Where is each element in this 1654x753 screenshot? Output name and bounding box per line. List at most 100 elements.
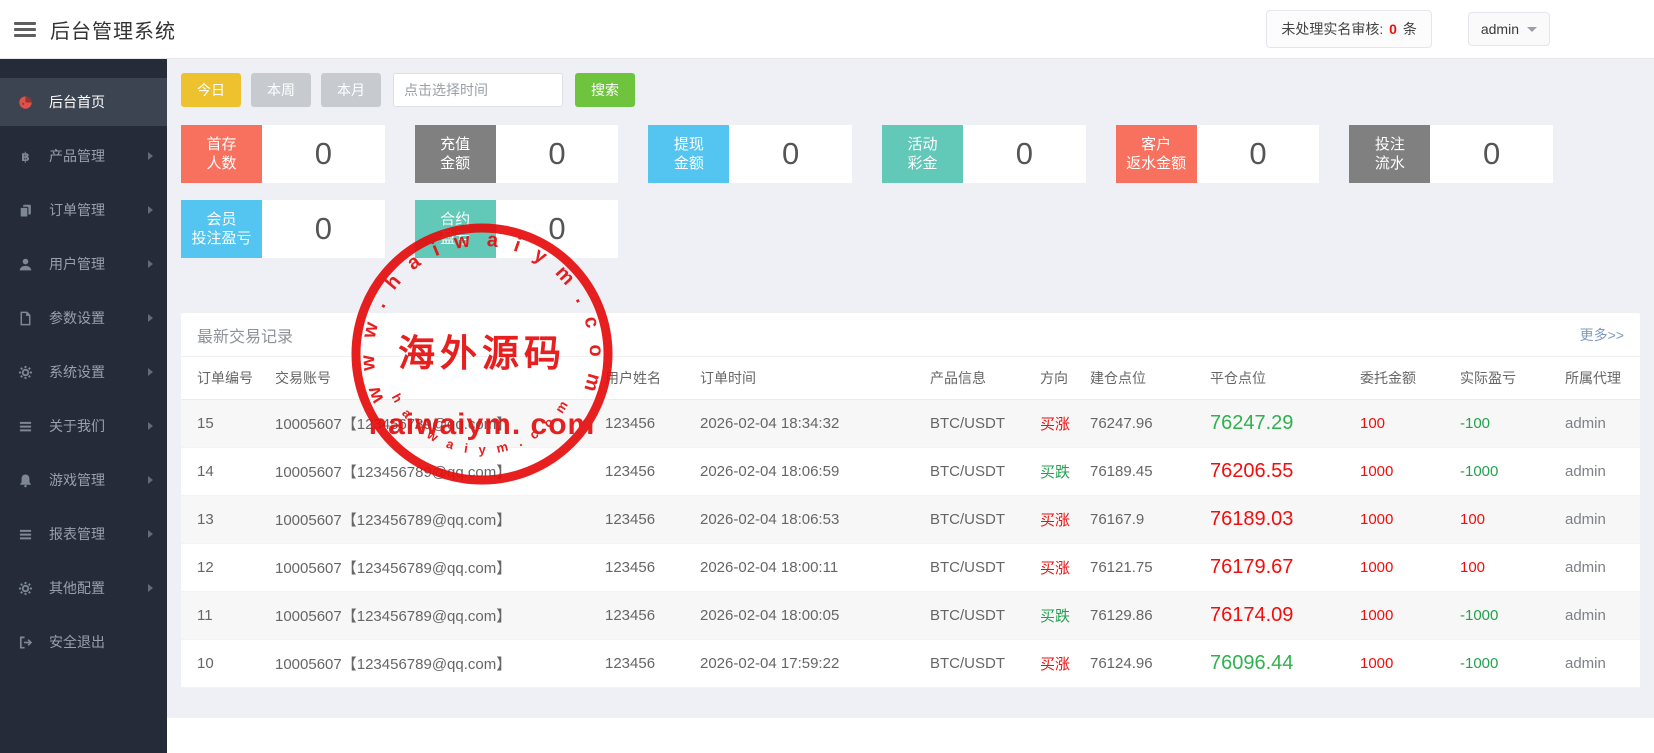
- cell-order-time: 2026-02-04 18:34:32: [694, 400, 924, 448]
- cell-order-time: 2026-02-04 18:06:59: [694, 448, 924, 496]
- cell-product: BTC/USDT: [924, 544, 1034, 592]
- more-link[interactable]: 更多>>: [1580, 325, 1624, 345]
- audit-unit: 条: [1403, 21, 1417, 37]
- cell-order-time: 2026-02-04 18:00:11: [694, 544, 924, 592]
- cell-direction: 买跌: [1034, 448, 1084, 496]
- sidebar-item-label: 游戏管理: [49, 470, 105, 490]
- cell-user-name: 123456: [599, 400, 694, 448]
- sidebar-item-参数设置[interactable]: 参数设置: [0, 294, 167, 342]
- sidebar-item-报表管理[interactable]: 报表管理: [0, 510, 167, 558]
- chevron-right-icon: [148, 206, 153, 214]
- chevron-right-icon: [148, 584, 153, 592]
- stat-card-label: 提现金额: [648, 125, 729, 183]
- chevron-right-icon: [148, 422, 153, 430]
- cell-order-time: 2026-02-04 17:59:22: [694, 640, 924, 688]
- trades-table: 订单编号交易账号用户姓名订单时间产品信息方向建仓点位平仓点位委托金额实际盈亏所属…: [181, 357, 1640, 688]
- cell-order-id: 12: [181, 544, 269, 592]
- sidebar-item-label: 关于我们: [49, 416, 105, 436]
- sidebar-item-安全退出[interactable]: 安全退出: [0, 618, 167, 666]
- column-header: 方向: [1034, 357, 1084, 400]
- sidebar-item-后台首页[interactable]: 后台首页: [0, 78, 167, 126]
- stat-card: 会员投注盈亏 0: [181, 200, 385, 258]
- cell-user-name: 123456: [599, 496, 694, 544]
- cell-pnl: 100: [1454, 496, 1559, 544]
- stat-card-value: 0: [496, 200, 619, 258]
- cell-pnl: -1000: [1454, 592, 1559, 640]
- table-row: 1010005607【123456789@qq.com】1234562026-0…: [181, 640, 1640, 688]
- panel-title: 最新交易记录: [197, 323, 293, 347]
- sidebar-item-label: 产品管理: [49, 146, 105, 166]
- main-area: 今日 本周 本月 搜索 首存人数 0 充值金额 0 提现金额 0 活动彩金: [167, 59, 1654, 753]
- column-header: 交易账号: [269, 357, 599, 400]
- cell-account: 10005607【123456789@qq.com】: [269, 400, 599, 448]
- table-row: 1410005607【123456789@qq.com】1234562026-0…: [181, 448, 1640, 496]
- stat-card-value: 0: [496, 125, 619, 183]
- cell-order-id: 11: [181, 592, 269, 640]
- cell-open-point: 76247.96: [1084, 400, 1204, 448]
- today-button[interactable]: 今日: [181, 73, 241, 107]
- chevron-right-icon: [148, 152, 153, 160]
- chevron-right-icon: [148, 530, 153, 538]
- cell-product: BTC/USDT: [924, 448, 1034, 496]
- sidebar-item-游戏管理[interactable]: 游戏管理: [0, 456, 167, 504]
- cell-account: 10005607【123456789@qq.com】: [269, 448, 599, 496]
- date-range-input[interactable]: [393, 73, 563, 107]
- sidebar-item-产品管理[interactable]: ฿ 产品管理: [0, 132, 167, 180]
- stat-card-label: 合约盈亏: [415, 200, 496, 258]
- cell-account: 10005607【123456789@qq.com】: [269, 496, 599, 544]
- cell-user-name: 123456: [599, 448, 694, 496]
- sidebar-item-用户管理[interactable]: 用户管理: [0, 240, 167, 288]
- topbar: 后台管理系统 未处理实名审核: 0 条 admin: [0, 0, 1654, 59]
- cell-product: BTC/USDT: [924, 496, 1034, 544]
- gears-icon: [18, 365, 37, 380]
- cell-open-point: 76124.96: [1084, 640, 1204, 688]
- cell-amount: 1000: [1354, 544, 1454, 592]
- cell-order-time: 2026-02-04 18:00:05: [694, 592, 924, 640]
- sidebar-item-label: 用户管理: [49, 254, 105, 274]
- stat-card: 投注流水 0: [1349, 125, 1553, 183]
- cell-account: 10005607【123456789@qq.com】: [269, 544, 599, 592]
- cell-amount: 1000: [1354, 592, 1454, 640]
- audit-badge[interactable]: 未处理实名审核: 0 条: [1266, 10, 1431, 48]
- column-header: 订单编号: [181, 357, 269, 400]
- hamburger-menu-icon[interactable]: [14, 19, 36, 40]
- cell-close-point: 76174.09: [1204, 592, 1354, 640]
- chevron-right-icon: [148, 368, 153, 376]
- sidebar-item-订单管理[interactable]: 订单管理: [0, 186, 167, 234]
- column-header: 建仓点位: [1084, 357, 1204, 400]
- table-row: 1510005607【123456789@qq.com】1234562026-0…: [181, 400, 1640, 448]
- stat-card-value: 0: [963, 125, 1086, 183]
- sidebar-item-label: 其他配置: [49, 578, 105, 598]
- cell-order-id: 15: [181, 400, 269, 448]
- cell-product: BTC/USDT: [924, 400, 1034, 448]
- month-button[interactable]: 本月: [321, 73, 381, 107]
- sidebar-item-系统设置[interactable]: 系统设置: [0, 348, 167, 396]
- cell-agent: admin: [1559, 400, 1640, 448]
- sidebar-item-label: 后台首页: [49, 92, 105, 112]
- sidebar-item-label: 系统设置: [49, 362, 105, 382]
- cell-close-point: 76096.44: [1204, 640, 1354, 688]
- sidebar-item-其他配置[interactable]: 其他配置: [0, 564, 167, 612]
- audit-count: 0: [1387, 21, 1399, 37]
- report-icon: [18, 527, 37, 542]
- cell-direction: 买涨: [1034, 544, 1084, 592]
- cell-pnl: -100: [1454, 400, 1559, 448]
- cell-agent: admin: [1559, 544, 1640, 592]
- search-button[interactable]: 搜索: [575, 73, 635, 107]
- cell-open-point: 76189.45: [1084, 448, 1204, 496]
- cell-user-name: 123456: [599, 592, 694, 640]
- stat-card: 客户返水金额 0: [1116, 125, 1320, 183]
- sidebar-item-label: 参数设置: [49, 308, 105, 328]
- cell-close-point: 76179.67: [1204, 544, 1354, 592]
- admin-dropdown[interactable]: admin: [1468, 12, 1550, 46]
- cell-product: BTC/USDT: [924, 640, 1034, 688]
- sidebar-item-关于我们[interactable]: 关于我们: [0, 402, 167, 450]
- stat-card-label: 会员投注盈亏: [181, 200, 262, 258]
- cell-order-id: 14: [181, 448, 269, 496]
- table-header-row: 订单编号交易账号用户姓名订单时间产品信息方向建仓点位平仓点位委托金额实际盈亏所属…: [181, 357, 1640, 400]
- week-button[interactable]: 本周: [251, 73, 311, 107]
- cell-open-point: 76129.86: [1084, 592, 1204, 640]
- column-header: 用户姓名: [599, 357, 694, 400]
- app-title: 后台管理系统: [50, 15, 176, 44]
- user-icon: [18, 257, 37, 272]
